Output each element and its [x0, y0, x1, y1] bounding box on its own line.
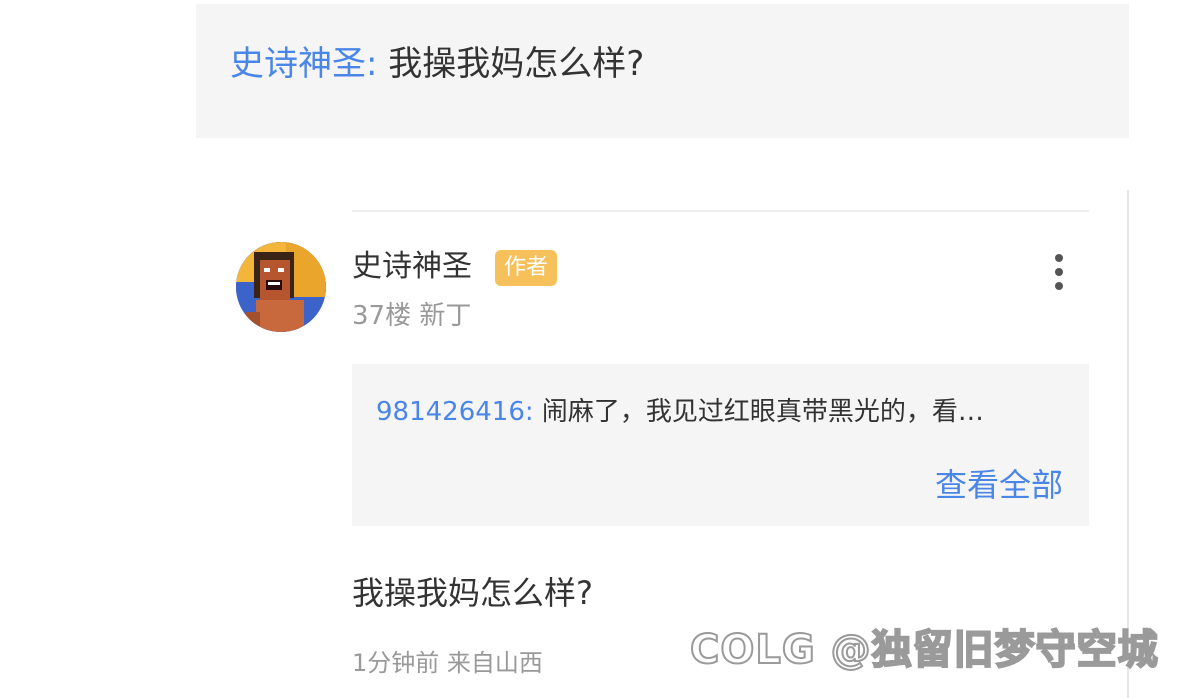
post-thread: 史诗神圣: 我操我妈怎么样? 史诗神圣 作者 37楼 新丁 981426416:… [0, 0, 1179, 698]
quoted-reply-text: 我操我妈怎么样? [388, 44, 645, 84]
sub-reply-box[interactable]: 981426416: 闹麻了，我见过红眼真带黑光的，看… 查看全部 [352, 364, 1089, 526]
sub-reply-author[interactable]: 981426416: [376, 397, 534, 427]
author-name[interactable]: 史诗神圣 [352, 245, 472, 289]
more-dot [1055, 282, 1063, 290]
horizontal-divider [352, 210, 1089, 212]
watermark: COLG @独留旧梦守空城 [689, 626, 1159, 674]
avatar[interactable] [236, 242, 326, 332]
sub-reply-line: 981426416: 闹麻了，我见过红眼真带黑光的，看… [376, 392, 984, 432]
floor-level: 37楼 新丁 [352, 301, 472, 331]
post-time-location: 1分钟前 来自山西 [352, 649, 543, 677]
author-badge: 作者 [495, 250, 558, 286]
quoted-reply-author[interactable]: 史诗神圣: [230, 44, 377, 84]
more-dot [1055, 268, 1063, 276]
quoted-reply-card[interactable]: 史诗神圣: 我操我妈怎么样? [196, 4, 1129, 138]
sub-reply-text: 闹麻了，我见过红眼真带黑光的，看… [541, 397, 984, 427]
more-vertical-icon[interactable] [1044, 250, 1074, 294]
view-all-link[interactable]: 查看全部 [935, 462, 1063, 508]
post-content: 我操我妈怎么样? [352, 574, 593, 612]
more-dot [1055, 254, 1063, 262]
